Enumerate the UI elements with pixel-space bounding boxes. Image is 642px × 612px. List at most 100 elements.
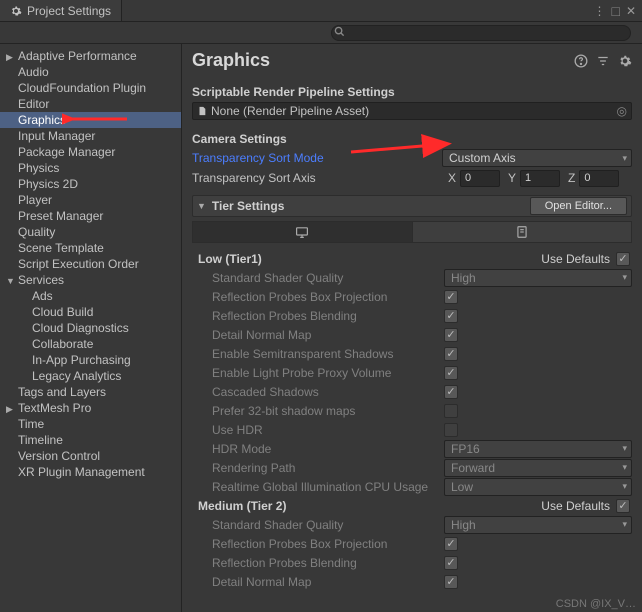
sidebar: ▶Adaptive PerformanceAudioCloudFoundatio… xyxy=(0,44,182,612)
axis-x-label: X xyxy=(442,171,458,185)
tier-setting-dropdown[interactable]: FP16 xyxy=(444,440,632,458)
sidebar-item-time[interactable]: Time xyxy=(0,416,181,432)
search-input[interactable] xyxy=(331,25,631,41)
tier-setting-checkbox[interactable]: ✓ xyxy=(444,290,458,304)
body: ▶Adaptive PerformanceAudioCloudFoundatio… xyxy=(0,44,642,612)
file-icon xyxy=(197,105,207,117)
sidebar-item-audio[interactable]: Audio xyxy=(0,64,181,80)
platform-tab-server[interactable] xyxy=(413,221,633,243)
tier-setting-dropdown[interactable]: High xyxy=(444,516,632,534)
tier-setting-row: Enable Light Probe Proxy Volume✓ xyxy=(192,363,632,382)
sidebar-item-editor[interactable]: Editor xyxy=(0,96,181,112)
sidebar-item-cloud-build[interactable]: Cloud Build xyxy=(0,304,181,320)
sidebar-item-tags-and-layers[interactable]: Tags and Layers xyxy=(0,384,181,400)
close-icon[interactable]: □ xyxy=(611,3,619,19)
tier-setting-row: Detail Normal Map✓ xyxy=(192,325,632,344)
sidebar-label: Script Execution Order xyxy=(18,257,139,271)
sidebar-item-adaptive-performance[interactable]: ▶Adaptive Performance xyxy=(0,48,181,64)
sort-mode-label[interactable]: Transparency Sort Mode xyxy=(192,151,442,165)
window-tab[interactable]: Project Settings xyxy=(0,0,122,21)
gear-icon xyxy=(10,5,22,17)
tier-setting-row: Reflection Probes Blending✓ xyxy=(192,306,632,325)
tier-settings-title: Tier Settings xyxy=(212,199,284,213)
sidebar-label: Physics 2D xyxy=(18,177,78,191)
tier-setting-row: HDR ModeFP16 xyxy=(192,439,632,458)
sidebar-item-services[interactable]: ▼Services xyxy=(0,272,181,288)
sidebar-item-quality[interactable]: Quality xyxy=(0,224,181,240)
tier-platform-tabs xyxy=(192,221,632,243)
filter-icon[interactable] xyxy=(596,54,610,68)
help-icon[interactable] xyxy=(574,54,588,68)
sort-axis-label: Transparency Sort Axis xyxy=(192,171,442,185)
tier-setting-label: Use HDR xyxy=(192,423,444,437)
tier-setting-row: Detail Normal Map✓ xyxy=(192,572,632,591)
sidebar-item-version-control[interactable]: Version Control xyxy=(0,448,181,464)
tier-setting-row: Cascaded Shadows✓ xyxy=(192,382,632,401)
sidebar-item-cloudfoundation-plugin[interactable]: CloudFoundation Plugin xyxy=(0,80,181,96)
tier-setting-checkbox[interactable] xyxy=(444,423,458,437)
tier-setting-checkbox[interactable]: ✓ xyxy=(444,328,458,342)
axis-y-input[interactable] xyxy=(520,170,560,187)
axis-z-input[interactable] xyxy=(579,170,619,187)
tier-setting-checkbox[interactable] xyxy=(444,404,458,418)
object-picker-icon[interactable]: ◎ xyxy=(617,104,627,118)
sidebar-item-graphics[interactable]: Graphics xyxy=(0,112,181,128)
tier-setting-checkbox[interactable]: ✓ xyxy=(444,309,458,323)
tier-setting-checkbox[interactable]: ✓ xyxy=(444,537,458,551)
sidebar-label: CloudFoundation Plugin xyxy=(18,81,146,95)
sidebar-item-xr-plugin-management[interactable]: XR Plugin Management xyxy=(0,464,181,480)
sidebar-item-preset-manager[interactable]: Preset Manager xyxy=(0,208,181,224)
srp-title: Scriptable Render Pipeline Settings xyxy=(192,85,632,99)
tier-setting-checkbox[interactable]: ✓ xyxy=(444,385,458,399)
sidebar-item-timeline[interactable]: Timeline xyxy=(0,432,181,448)
tier-settings-header[interactable]: ▼ Tier Settings Open Editor... xyxy=(192,195,632,217)
tier-setting-dropdown[interactable]: High xyxy=(444,269,632,287)
srp-asset-field[interactable]: None (Render Pipeline Asset) ◎ xyxy=(192,102,632,120)
tier-setting-row: Rendering PathForward xyxy=(192,458,632,477)
tier-setting-dropdown[interactable]: Low xyxy=(444,478,632,496)
tier-setting-row: Reflection Probes Box Projection✓ xyxy=(192,287,632,306)
sidebar-item-script-execution-order[interactable]: Script Execution Order xyxy=(0,256,181,272)
page-header: Graphics xyxy=(182,44,642,81)
chevron-down-icon: ▼ xyxy=(197,201,206,211)
settings-icon[interactable] xyxy=(618,54,632,68)
tier-setting-checkbox[interactable]: ✓ xyxy=(444,347,458,361)
axis-x-input[interactable] xyxy=(460,170,500,187)
sort-mode-dropdown[interactable]: Custom Axis xyxy=(442,149,632,167)
sidebar-item-physics[interactable]: Physics xyxy=(0,160,181,176)
close-x-icon[interactable]: ✕ xyxy=(626,4,636,18)
sidebar-label: Timeline xyxy=(18,433,63,447)
sidebar-item-package-manager[interactable]: Package Manager xyxy=(0,144,181,160)
tier-setting-checkbox[interactable]: ✓ xyxy=(444,556,458,570)
open-editor-button[interactable]: Open Editor... xyxy=(530,197,627,215)
tier-setting-checkbox[interactable]: ✓ xyxy=(444,575,458,589)
tier-setting-label: Cascaded Shadows xyxy=(192,385,444,399)
sidebar-label: Version Control xyxy=(18,449,100,463)
tier-setting-checkbox[interactable]: ✓ xyxy=(444,366,458,380)
sidebar-item-input-manager[interactable]: Input Manager xyxy=(0,128,181,144)
sidebar-item-player[interactable]: Player xyxy=(0,192,181,208)
sidebar-item-cloud-diagnostics[interactable]: Cloud Diagnostics xyxy=(0,320,181,336)
sidebar-item-textmesh-pro[interactable]: ▶TextMesh Pro xyxy=(0,400,181,416)
platform-tab-standalone[interactable] xyxy=(192,221,413,243)
sidebar-item-physics-2d[interactable]: Physics 2D xyxy=(0,176,181,192)
use-defaults-checkbox[interactable]: ✓ xyxy=(616,252,630,266)
tier-setting-label: Prefer 32-bit shadow maps xyxy=(192,404,444,418)
tier-setting-label: Standard Shader Quality xyxy=(192,518,444,532)
project-settings-window: Project Settings ⋮ □ ✕ ▶Adaptive Perform… xyxy=(0,0,642,612)
sidebar-item-in-app-purchasing[interactable]: In-App Purchasing xyxy=(0,352,181,368)
sort-mode-value: Custom Axis xyxy=(449,151,516,165)
more-icon[interactable]: ⋮ xyxy=(593,4,605,18)
sidebar-item-legacy-analytics[interactable]: Legacy Analytics xyxy=(0,368,181,384)
search-bar xyxy=(0,22,642,44)
sidebar-label: XR Plugin Management xyxy=(18,465,145,479)
sidebar-label: Graphics xyxy=(18,113,66,127)
sidebar-item-ads[interactable]: Ads xyxy=(0,288,181,304)
sidebar-item-collaborate[interactable]: Collaborate xyxy=(0,336,181,352)
tier-setting-dropdown[interactable]: Forward xyxy=(444,459,632,477)
sidebar-item-scene-template[interactable]: Scene Template xyxy=(0,240,181,256)
sidebar-label: Time xyxy=(18,417,44,431)
tier-setting-label: Detail Normal Map xyxy=(192,575,444,589)
use-defaults-checkbox[interactable]: ✓ xyxy=(616,499,630,513)
sidebar-label: Quality xyxy=(18,225,55,239)
